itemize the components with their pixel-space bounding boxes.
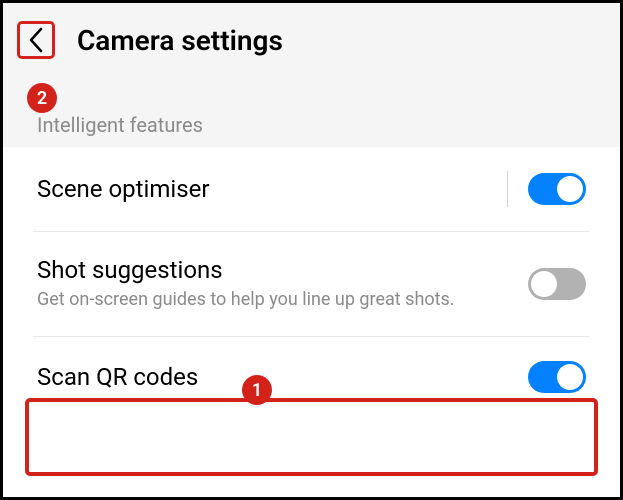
toggle-knob [557,176,583,202]
toggle-wrap [528,268,586,300]
setting-text: Shot suggestions Get on-screen guides to… [37,256,528,312]
settings-header: Camera settings [3,3,620,77]
setting-text: Scene optimiser [37,175,507,203]
toggle-knob [557,364,583,390]
toggle-divider [507,171,508,207]
page-title: Camera settings [77,24,283,57]
chevron-left-icon [28,27,44,53]
annotation-badge-1: 1 [242,375,272,405]
setting-description: Get on-screen guides to help you line up… [37,288,528,312]
setting-title: Scan QR codes [37,363,528,391]
toggle-wrap [528,361,586,393]
setting-title: Scene optimiser [37,175,507,203]
annotation-badge-2: 2 [27,83,57,113]
toggle-wrap [507,171,586,207]
setting-shot-suggestions[interactable]: Shot suggestions Get on-screen guides to… [33,232,590,337]
back-button[interactable] [17,21,55,59]
setting-scan-qr[interactable]: Scan QR codes [33,337,590,417]
settings-list: Scene optimiser Shot suggestions Get on-… [9,147,614,417]
scan-qr-toggle[interactable] [528,361,586,393]
scene-optimiser-toggle[interactable] [528,173,586,205]
section-label: Intelligent features [3,77,620,147]
setting-scene-optimiser[interactable]: Scene optimiser [33,147,590,232]
toggle-knob [531,271,557,297]
setting-text: Scan QR codes [37,363,528,391]
shot-suggestions-toggle[interactable] [528,268,586,300]
setting-title: Shot suggestions [37,256,528,284]
